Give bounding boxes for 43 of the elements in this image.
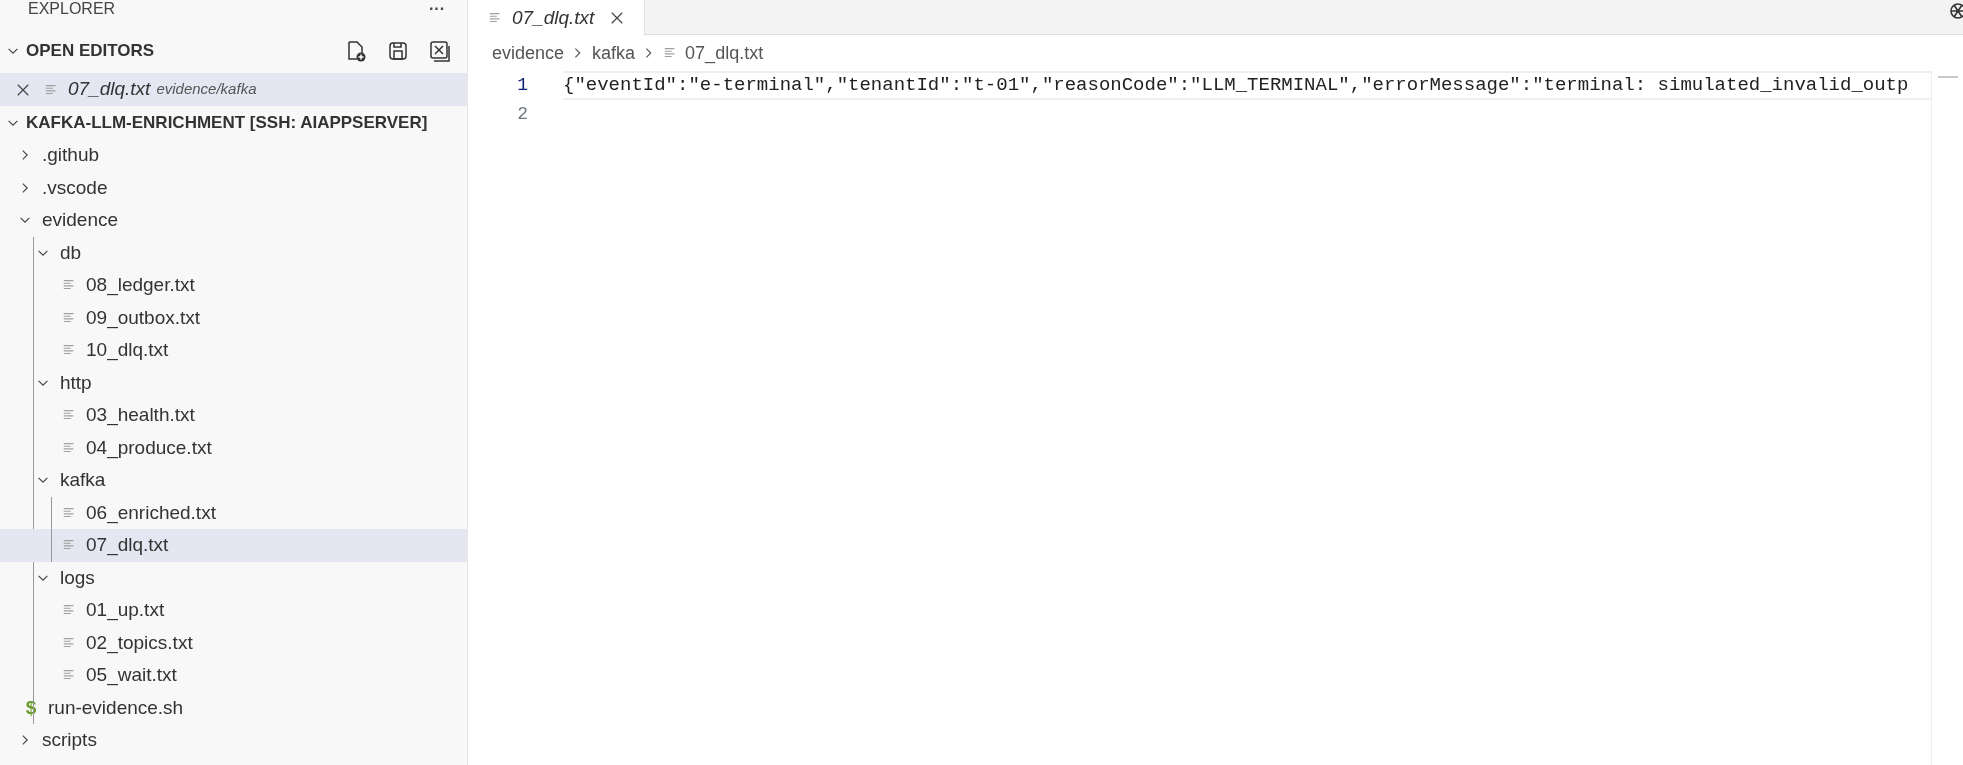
breadcrumb-item[interactable]: evidence [492, 39, 565, 67]
file-item[interactable]: 02_topics.txt [0, 626, 467, 659]
file-item[interactable]: 09_outbox.txt [0, 301, 467, 334]
folder-item[interactable]: kafka [0, 464, 467, 497]
folder-item[interactable]: http [0, 366, 467, 399]
save-all-icon[interactable] [387, 40, 409, 62]
file-path: evidence/kafka [156, 79, 257, 100]
folder-item[interactable]: logs [0, 561, 467, 594]
breadcrumb-item[interactable]: kafka [592, 39, 636, 67]
folder-item[interactable]: evidence [0, 204, 467, 237]
text-file-icon [62, 635, 76, 650]
file-item[interactable]: 01_up.txt [0, 594, 467, 627]
more-actions-icon[interactable]: ··· [429, 1, 445, 17]
file-name: 07_dlq.txt [68, 77, 151, 102]
breadcrumb-item[interactable]: 07_dlq.txt [685, 39, 764, 67]
close-icon[interactable] [610, 11, 625, 25]
file-item[interactable]: 07_dlq.txt [0, 529, 467, 562]
text-file-icon [62, 505, 76, 520]
folder-item[interactable]: scripts [0, 724, 467, 757]
folder-item[interactable]: .vscode [0, 171, 467, 204]
file-item[interactable]: 03_health.txt [0, 399, 467, 432]
file-item[interactable]: 10_dlq.txt [0, 334, 467, 367]
text-file-icon [44, 82, 58, 97]
file-item[interactable]: 04_produce.txt [0, 431, 467, 464]
file-item[interactable]: 06_enriched.txt [0, 496, 467, 529]
sidebar-title: EXPLORER [28, 0, 116, 19]
text-file-icon [62, 310, 76, 325]
line-number: 1 [516, 74, 528, 97]
folder-item[interactable]: .github [0, 139, 467, 172]
line-number: 2 [516, 103, 528, 126]
file-item[interactable]: 08_ledger.txt [0, 269, 467, 302]
editor-tab[interactable]: 07_dlq.txt [468, 0, 646, 36]
text-file-icon [488, 11, 502, 25]
close-all-icon[interactable] [429, 40, 451, 62]
section-header[interactable]: OPEN EDITORS [26, 38, 339, 64]
file-item[interactable]: 05_wait.txt [0, 659, 467, 692]
open-editor-item[interactable]: 07_dlq.txt evidence/kafka [0, 73, 467, 106]
text-file-icon [62, 440, 76, 455]
code-line: {"eventId":"e-terminal","tenantId":"t-01","reasonCode":"LLM_TERMINAL","errorMessage":"terminal: simulated_invalid_outp [563, 71, 1931, 100]
close-icon[interactable] [16, 82, 30, 97]
folder-item[interactable]: db [0, 236, 467, 269]
section-header[interactable]: KAFKA-LLM-ENRICHMENT [SSH: AIAPPSERVER] [26, 109, 428, 136]
new-file-icon[interactable] [345, 40, 367, 62]
